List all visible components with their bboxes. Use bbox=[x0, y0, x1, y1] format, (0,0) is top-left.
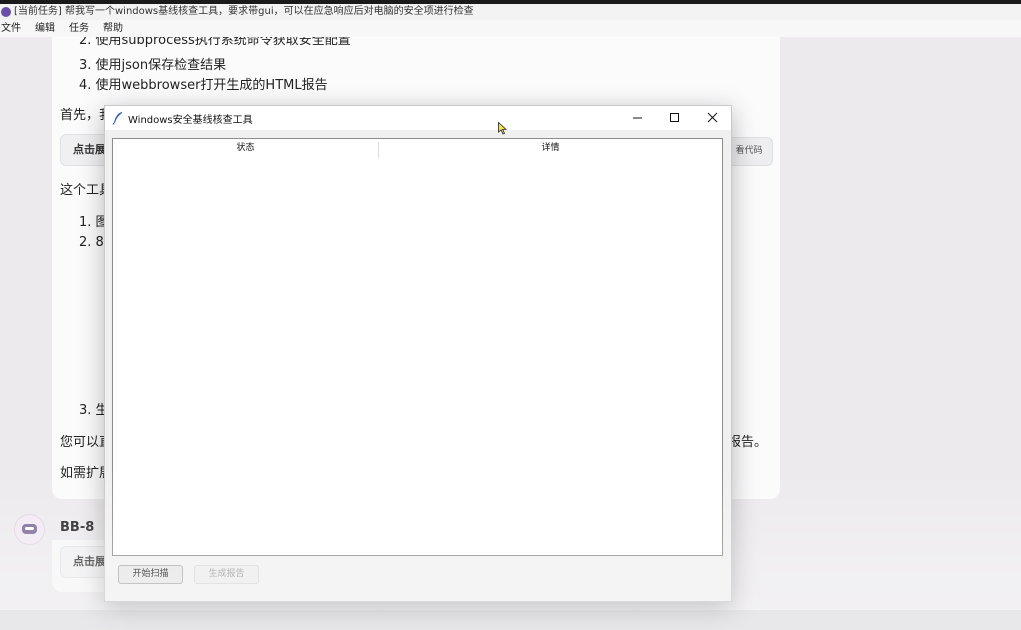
app-logo-icon bbox=[1, 7, 11, 17]
close-icon[interactable] bbox=[694, 106, 731, 130]
window-title: Windows安全基线核查工具 bbox=[128, 115, 253, 126]
usage-text-tail: 报告。 bbox=[728, 435, 768, 450]
results-treeview[interactable]: 状态 详情 bbox=[112, 138, 723, 556]
generate-report-button[interactable]: 生成报告 bbox=[194, 565, 259, 584]
list-item-4: 4. 使用webbrowser打开生成的HTML报告 bbox=[79, 78, 328, 93]
list-item-clipped: 2. 使用subprocess执行系统命令获取安全配置 bbox=[79, 37, 351, 47]
minimize-icon[interactable] bbox=[619, 106, 656, 130]
menu-task[interactable]: 任务 bbox=[63, 20, 97, 37]
menu-help[interactable]: 帮助 bbox=[97, 20, 131, 37]
maximize-icon[interactable] bbox=[656, 106, 693, 130]
baseline-tool-window: Windows安全基线核查工具 状态 详情 开始扫描 生成报告 bbox=[104, 105, 732, 602]
mouse-cursor-icon bbox=[498, 122, 507, 135]
window-titlebar[interactable]: Windows安全基线核查工具 bbox=[105, 106, 731, 130]
column-header-status[interactable]: 状态 bbox=[113, 139, 378, 158]
start-scan-button[interactable]: 开始扫描 bbox=[118, 565, 183, 584]
app-titlebar: [当前任务] 帮我写一个windows基线核查工具，要求带gui，可以在应急响应… bbox=[0, 4, 1021, 20]
column-header-details[interactable]: 详情 bbox=[379, 139, 722, 158]
view-code-button[interactable]: 看代码 bbox=[725, 137, 773, 166]
feather-icon bbox=[112, 112, 122, 125]
bot-avatar bbox=[14, 514, 45, 545]
bottom-area bbox=[0, 610, 1021, 630]
menu-edit[interactable]: 编辑 bbox=[29, 20, 63, 37]
treeview-header: 状态 详情 bbox=[113, 139, 722, 158]
menubar: 文件 编辑 任务 帮助 bbox=[0, 20, 1021, 37]
list-item-3: 3. 使用json保存检查结果 bbox=[79, 58, 227, 73]
menu-file[interactable]: 文件 bbox=[0, 20, 29, 37]
expand-code-label: 点击展 bbox=[73, 143, 106, 156]
bot-name: BB-8 bbox=[60, 520, 95, 535]
bot-expand-label: 点击展 bbox=[73, 555, 106, 568]
app-title: [当前任务] 帮我写一个windows基线核查工具，要求带gui，可以在应急响应… bbox=[14, 6, 474, 17]
